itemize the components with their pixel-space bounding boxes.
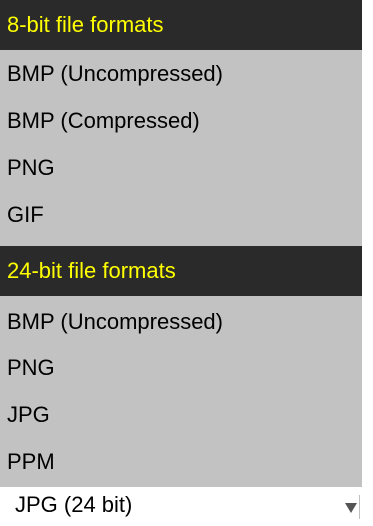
group-header-24bit: 24-bit file formats (0, 246, 362, 296)
option-8bit-bmp-uncompressed[interactable]: BMP (Uncompressed) (0, 50, 362, 97)
chevron-down-icon[interactable] (345, 503, 357, 513)
option-8bit-bmp-compressed[interactable]: BMP (Compressed) (0, 97, 362, 144)
dropdown-selected-field[interactable]: JPG (24 bit) (0, 487, 373, 526)
group-header-8bit: 8-bit file formats (0, 0, 362, 50)
selected-value: JPG (24 bit) (15, 492, 133, 517)
option-24bit-png[interactable]: PNG (0, 344, 362, 391)
dropdown-divider (359, 495, 360, 519)
option-24bit-jpg[interactable]: JPG (0, 391, 362, 438)
option-24bit-bmp-uncompressed[interactable]: BMP (Uncompressed) (0, 298, 362, 345)
option-8bit-gif[interactable]: GIF (0, 191, 362, 238)
file-format-dropdown[interactable]: 8-bit file formats BMP (Uncompressed) BM… (0, 0, 373, 526)
option-24bit-ppm[interactable]: PPM (0, 438, 362, 485)
dropdown-list: 8-bit file formats BMP (Uncompressed) BM… (0, 0, 362, 487)
option-8bit-png[interactable]: PNG (0, 144, 362, 191)
